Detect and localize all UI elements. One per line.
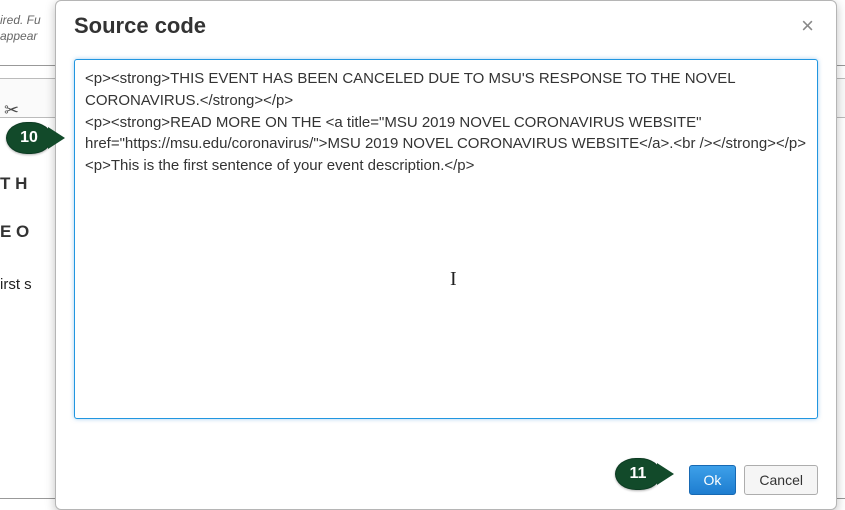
cancel-button[interactable]: Cancel — [744, 465, 818, 495]
ok-button[interactable]: Ok — [689, 465, 737, 495]
dialog-footer: Ok Cancel — [56, 451, 836, 509]
source-code-textarea[interactable] — [74, 59, 818, 419]
dialog-title: Source code — [74, 13, 206, 39]
close-icon[interactable]: × — [797, 13, 818, 39]
source-code-dialog: Source code × Ok Cancel — [55, 0, 837, 510]
dialog-body — [56, 49, 836, 451]
modal-overlay: Source code × Ok Cancel — [0, 0, 845, 510]
dialog-header: Source code × — [56, 1, 836, 49]
